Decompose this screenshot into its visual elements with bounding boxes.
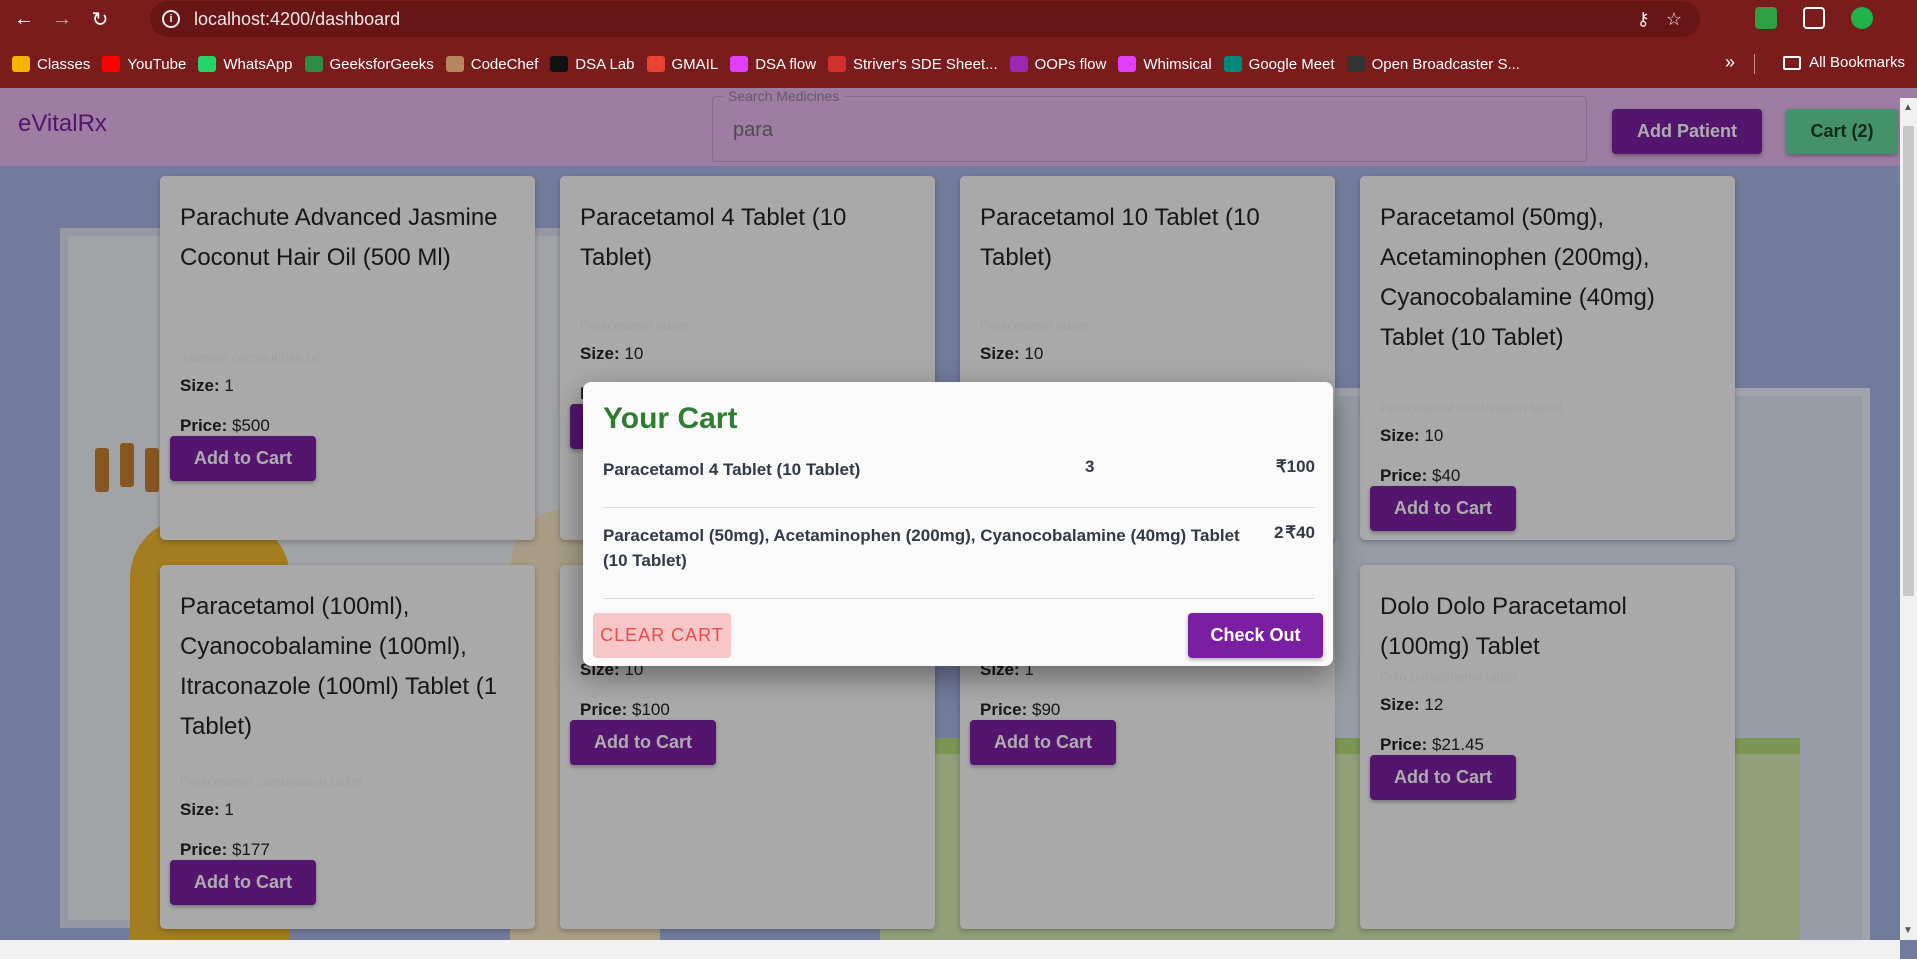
site-info-icon[interactable]: i: [162, 10, 180, 28]
extensions: [1755, 7, 1873, 29]
scroll-down-arrow-icon[interactable]: ▼: [1903, 925, 1913, 936]
bookmark-label: DSA Lab: [575, 55, 635, 73]
cart-item: Paracetamol 4 Tablet (10 Tablet) 3 ₹100: [603, 457, 1315, 482]
bookmark-label: GMAIL: [671, 55, 719, 73]
navigation-bar: ← → ↻ i localhost:4200/dashboard ⚷ ☆: [0, 0, 1917, 38]
bookmark-favicon-icon: [730, 56, 749, 72]
vertical-scrollbar[interactable]: ▲ ▼: [1900, 98, 1917, 940]
forward-icon[interactable]: →: [48, 5, 76, 33]
bookmark-item[interactable]: OOPs flow: [1009, 55, 1107, 73]
browser-toolbar: ← → ↻ i localhost:4200/dashboard ⚷ ☆ Cla…: [0, 0, 1917, 88]
bookmark-label: GeeksforGeeks: [329, 55, 434, 73]
cart-title: Your Cart: [603, 402, 738, 435]
bookmark-label: Whimsical: [1143, 55, 1212, 73]
bookmark-label: YouTube: [127, 55, 187, 73]
bookmark-label: WhatsApp: [223, 55, 293, 73]
bookmarks-divider: [1754, 54, 1755, 74]
cart-item-name: Paracetamol (50mg), Acetaminophen (200mg…: [603, 526, 1240, 570]
cart-dialog: Your Cart Paracetamol 4 Tablet (10 Table…: [583, 382, 1333, 666]
puzzle-icon[interactable]: [1803, 7, 1825, 29]
bookmark-item[interactable]: GeeksforGeeks: [304, 55, 434, 73]
cart-item-price: ₹40: [1285, 523, 1315, 542]
cart-item-price: ₹100: [1275, 457, 1315, 476]
cart-item-qty: 3: [1085, 457, 1095, 476]
bookmark-favicon-icon: [1346, 56, 1365, 72]
shield-extension-icon[interactable]: [1755, 7, 1777, 29]
bookmark-label: DSA flow: [755, 55, 817, 73]
all-bookmarks-label: All Bookmarks: [1809, 54, 1905, 71]
scrollbar-thumb[interactable]: [1903, 126, 1914, 596]
bookmark-favicon-icon: [198, 56, 217, 72]
bookmark-item[interactable]: GMAIL: [646, 55, 719, 73]
cart-divider: [603, 507, 1315, 508]
bookmark-favicon-icon: [12, 56, 30, 72]
bookmark-label: CodeChef: [470, 55, 539, 73]
bookmark-item[interactable]: Classes: [12, 56, 90, 73]
folder-icon: [1783, 55, 1802, 70]
back-icon[interactable]: ←: [10, 5, 38, 33]
horizontal-scrollbar[interactable]: [0, 940, 1900, 959]
bookmark-favicon-icon: [1223, 56, 1242, 72]
checkout-button[interactable]: Check Out: [1188, 613, 1323, 658]
bookmark-label: Google Meet: [1248, 55, 1335, 73]
bookmark-favicon-icon: [102, 56, 121, 72]
bookmark-label: Classes: [37, 55, 91, 73]
bookmark-favicon-icon: [1118, 56, 1137, 72]
bookmark-favicon-icon: [646, 56, 665, 72]
bookmark-favicon-icon: [304, 56, 323, 72]
cart-item: Paracetamol (50mg), Acetaminophen (200mg…: [603, 523, 1315, 573]
scroll-up-arrow-icon[interactable]: ▲: [1903, 102, 1913, 113]
bookmark-favicon-icon: [828, 56, 847, 72]
reload-icon[interactable]: ↻: [86, 5, 114, 33]
bookmark-item[interactable]: Striver's SDE Sheet...: [828, 56, 998, 73]
all-bookmarks[interactable]: All Bookmarks: [1783, 54, 1905, 71]
profile-avatar[interactable]: [1851, 7, 1873, 29]
more-bookmarks-icon[interactable]: »: [1725, 52, 1735, 73]
bookmark-item[interactable]: DSA flow: [730, 56, 816, 73]
bookmark-item[interactable]: WhatsApp: [198, 55, 293, 73]
star-icon[interactable]: ☆: [1666, 9, 1682, 30]
bookmarks-bar: Classes YouTube WhatsApp GeeksforGeeks CodeC…: [0, 46, 1917, 82]
bookmark-favicon-icon: [1009, 56, 1028, 72]
bookmark-label: Open Broadcaster S...: [1371, 55, 1520, 73]
cart-item-qty: 2: [1274, 523, 1284, 542]
bookmark-label: OOPs flow: [1034, 55, 1107, 73]
clear-cart-button[interactable]: CLEAR CART: [593, 613, 731, 658]
bookmark-item[interactable]: YouTube: [102, 56, 186, 73]
bookmark-favicon-icon: [445, 56, 464, 72]
cart-item-name: Paracetamol 4 Tablet (10 Tablet): [603, 460, 861, 479]
url-text: localhost:4200/dashboard: [194, 8, 401, 29]
bookmark-favicon-icon: [550, 56, 569, 72]
address-bar[interactable]: i localhost:4200/dashboard ⚷ ☆: [150, 1, 1700, 37]
bookmark-item[interactable]: DSA Lab: [550, 55, 635, 73]
bookmark-item[interactable]: Whimsical: [1118, 55, 1212, 73]
bookmark-item[interactable]: Open Broadcaster S...: [1346, 55, 1520, 73]
bookmark-item[interactable]: CodeChef: [445, 55, 539, 73]
bookmark-item[interactable]: Google Meet: [1223, 55, 1335, 73]
bookmark-label: Striver's SDE Sheet...: [853, 55, 998, 73]
key-icon[interactable]: ⚷: [1637, 9, 1650, 30]
cart-divider: [603, 598, 1315, 599]
